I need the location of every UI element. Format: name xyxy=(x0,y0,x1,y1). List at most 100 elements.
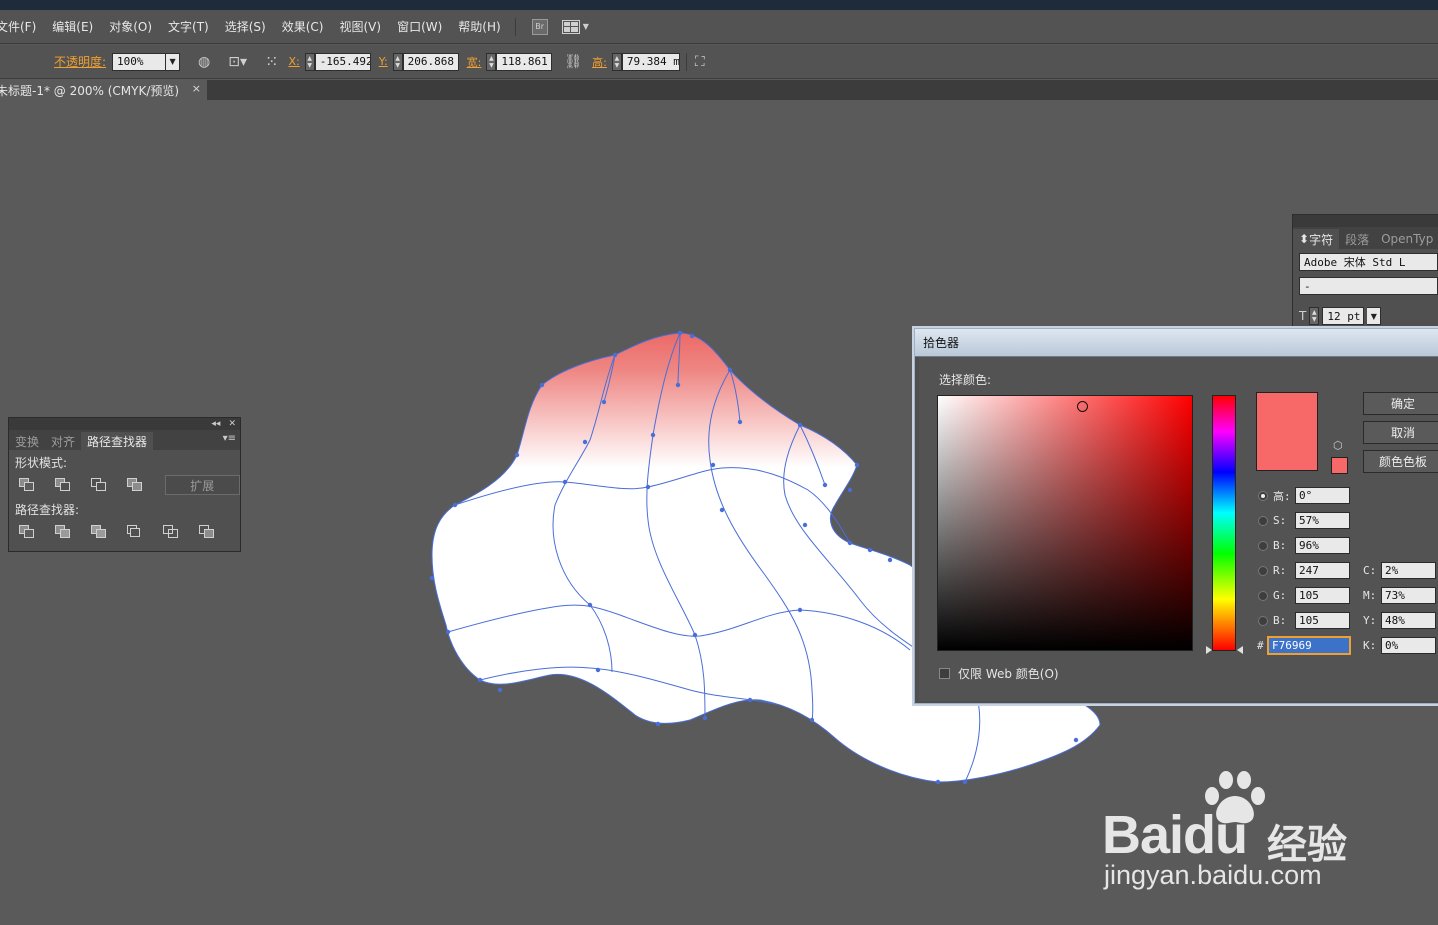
saturation-input[interactable]: 57% xyxy=(1295,512,1350,529)
menu-file[interactable]: 文件(F) xyxy=(0,18,44,35)
web-only-checkbox[interactable] xyxy=(939,668,950,679)
black-input[interactable]: 0% xyxy=(1381,637,1436,654)
document-tab-row: 未标题-1* @ 200% (CMYK/预览) × xyxy=(0,80,1438,100)
tab-align[interactable]: 对齐 xyxy=(45,432,81,450)
menu-view[interactable]: 视图(V) xyxy=(331,18,389,35)
minus-front-button[interactable] xyxy=(54,478,71,492)
recolor-icon[interactable]: ◍ xyxy=(198,54,210,70)
panel-header[interactable]: ◂◂ ✕ xyxy=(9,418,240,430)
x-label: X: xyxy=(288,55,300,68)
gamut-color-swatch[interactable] xyxy=(1331,457,1348,474)
hex-label: # xyxy=(1257,639,1264,652)
black-row: K: 0% xyxy=(1363,637,1436,654)
font-size-input[interactable]: 12 pt xyxy=(1322,307,1365,325)
font-style-field[interactable]: - xyxy=(1299,277,1438,295)
minus-back-button[interactable] xyxy=(199,525,215,539)
hue-slider-right-handle[interactable] xyxy=(1237,646,1243,654)
menu-help[interactable]: 帮助(H) xyxy=(450,18,508,35)
opacity-dropdown[interactable]: ▼ xyxy=(166,52,181,71)
trim-button[interactable] xyxy=(55,525,71,539)
transform-icon[interactable]: ⛶ xyxy=(695,54,705,70)
exclude-button[interactable] xyxy=(126,478,143,492)
green-input[interactable]: 105 xyxy=(1295,587,1350,604)
font-family-field[interactable]: Adobe 宋体 Std L xyxy=(1299,253,1438,271)
divide-button[interactable] xyxy=(19,525,35,539)
character-panel-header[interactable] xyxy=(1293,215,1438,227)
watermark-brand: Baidu xyxy=(1102,804,1248,866)
menu-select[interactable]: 选择(S) xyxy=(217,18,274,35)
panel-menu-icon[interactable]: ▾≡ xyxy=(223,433,236,444)
merge-button[interactable] xyxy=(91,525,107,539)
red-radio[interactable] xyxy=(1258,565,1268,576)
workspace-switcher[interactable]: ▼ xyxy=(561,19,589,34)
character-panel: ⬍ 字符 段落 OpenTyp Adobe 宋体 Std L - T ▲ ▼ 12 … xyxy=(1292,214,1438,334)
font-size-dropdown[interactable]: ▼ xyxy=(1367,307,1382,325)
x-spinner[interactable]: ▲ ▼ xyxy=(304,52,315,71)
green-row: G: 105 xyxy=(1258,587,1350,604)
opacity-label[interactable]: 不透明度: xyxy=(54,53,106,70)
crop-button[interactable] xyxy=(127,525,143,539)
close-icon[interactable]: ✕ xyxy=(228,419,236,429)
document-tab[interactable]: 未标题-1* @ 200% (CMYK/预览) × xyxy=(0,80,207,100)
yellow-input[interactable]: 48% xyxy=(1381,612,1436,629)
collapse-icon[interactable]: ◂◂ xyxy=(211,419,220,429)
expand-button[interactable]: 扩展 xyxy=(164,475,241,495)
blue-input[interactable]: 105 xyxy=(1295,612,1350,629)
y-input[interactable]: 206.868 r xyxy=(402,52,459,71)
width-spinner[interactable]: ▲ ▼ xyxy=(486,52,497,71)
saturation-radio[interactable] xyxy=(1258,515,1268,526)
link-icon[interactable]: ⛓ xyxy=(564,54,582,70)
saturation-brightness-field[interactable] xyxy=(937,395,1193,651)
menu-edit[interactable]: 编辑(E) xyxy=(44,18,101,35)
reference-point-icon[interactable]: ⁙ xyxy=(265,52,278,71)
tab-paragraph[interactable]: 段落 xyxy=(1339,229,1375,249)
width-input[interactable]: 118.861 r xyxy=(496,52,553,71)
current-color-swatch xyxy=(1256,392,1318,471)
height-spinner[interactable]: ▲ ▼ xyxy=(611,52,622,71)
bridge-icon[interactable]: Br xyxy=(531,18,548,35)
height-input[interactable]: 79.384 mi xyxy=(621,52,680,71)
menu-type[interactable]: 文字(T) xyxy=(160,18,217,35)
opacity-input[interactable]: 100% xyxy=(112,52,167,71)
ok-button[interactable]: 确定 xyxy=(1363,392,1438,415)
close-icon[interactable]: × xyxy=(192,82,201,95)
brightness-label: B: xyxy=(1273,539,1287,552)
cyan-input[interactable]: 2% xyxy=(1381,562,1436,579)
control-bar: 不透明度: 100% ▼ ◍ ⊡▾ ⁙ X: ▲ ▼ -165.492 Y: ▲ ▼… xyxy=(0,45,1438,79)
intersect-button[interactable] xyxy=(90,478,107,492)
hue-slider[interactable] xyxy=(1212,395,1236,651)
menu-object[interactable]: 对象(O) xyxy=(101,18,160,35)
menu-separator xyxy=(514,17,516,36)
black-label: K: xyxy=(1363,639,1377,652)
out-of-gamut-cube-icon[interactable]: ⬡ xyxy=(1333,439,1343,452)
menu-window[interactable]: 窗口(W) xyxy=(389,18,450,35)
green-radio[interactable] xyxy=(1258,590,1268,601)
color-marker[interactable] xyxy=(1077,401,1088,412)
blue-radio[interactable] xyxy=(1258,615,1268,626)
x-input[interactable]: -165.492 xyxy=(314,52,371,71)
cancel-button[interactable]: 取消 xyxy=(1363,421,1438,444)
brightness-radio[interactable] xyxy=(1258,540,1268,551)
tab-opentype[interactable]: OpenTyp xyxy=(1375,229,1438,249)
outline-button[interactable] xyxy=(163,525,179,539)
red-input[interactable]: 247 xyxy=(1295,562,1350,579)
watermark-brand-bai: Bai xyxy=(1102,805,1184,865)
hue-radio[interactable] xyxy=(1258,490,1268,501)
dialog-title[interactable]: 拾色器 xyxy=(915,329,1438,357)
hue-slider-left-handle[interactable] xyxy=(1206,646,1212,654)
color-swatches-button[interactable]: 颜色色板 xyxy=(1363,450,1438,473)
tab-pathfinder[interactable]: 路径查找器 xyxy=(81,432,154,450)
panel-tabs: 变换 对齐 路径查找器 ▾≡ xyxy=(9,430,240,450)
align-to-icon[interactable]: ⊡▾ xyxy=(228,54,247,70)
tab-transform[interactable]: 变换 xyxy=(9,432,45,450)
menu-effect[interactable]: 效果(C) xyxy=(274,18,332,35)
unite-button[interactable] xyxy=(19,478,35,492)
brightness-input[interactable]: 96% xyxy=(1295,537,1350,554)
tab-character[interactable]: ⬍ 字符 xyxy=(1293,229,1340,249)
y-spinner[interactable]: ▲ ▼ xyxy=(392,52,403,71)
font-size-spinner[interactable]: ▲ ▼ xyxy=(1309,307,1320,325)
red-row: R: 247 xyxy=(1258,562,1350,579)
hue-input[interactable]: 0° xyxy=(1295,487,1350,504)
magenta-input[interactable]: 73% xyxy=(1381,587,1436,604)
hex-input[interactable]: F76969 xyxy=(1267,636,1351,655)
